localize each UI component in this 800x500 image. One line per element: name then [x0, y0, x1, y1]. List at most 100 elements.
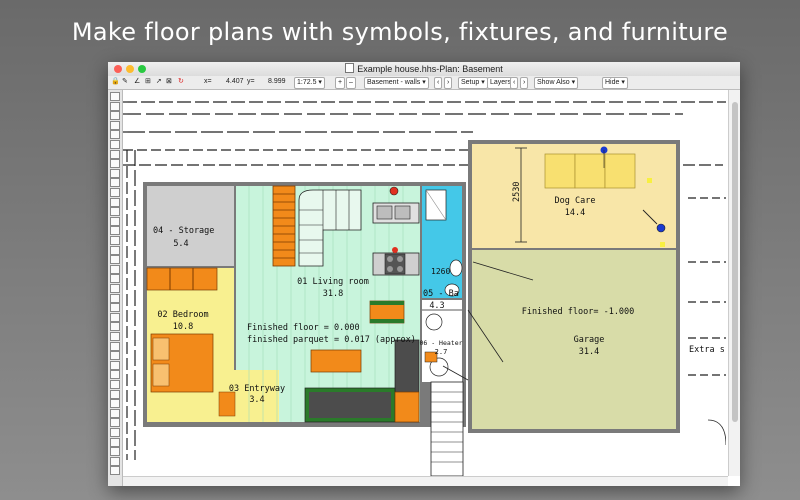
- garage-area: 31.4: [579, 347, 599, 357]
- ungroup-tool-icon[interactable]: [110, 312, 120, 322]
- tool-palette: [108, 90, 123, 486]
- dogcare-label: Dog Care: [555, 196, 596, 206]
- living-area: 31.8: [323, 289, 343, 299]
- door-tool-icon[interactable]: [110, 178, 120, 188]
- heater-area: 2.7: [435, 348, 448, 356]
- layer-next-button[interactable]: ›: [444, 77, 453, 89]
- layer-prev-button[interactable]: ‹: [434, 77, 443, 89]
- snap-tool-icon[interactable]: [110, 351, 120, 361]
- zoom-in-tool-icon[interactable]: [110, 120, 120, 130]
- close-shape-icon[interactable]: ⊠: [166, 77, 172, 87]
- floor-plan[interactable]: 04 - Storage 5.4 01 Living room 31.8 05 …: [123, 90, 726, 476]
- toolbar: 🔒 ✎ ∠ ⊞ ➚ ⊠ ↻ x= 4.407 y= 8.999 1:72.5 ▾…: [108, 76, 740, 90]
- help-tool-icon[interactable]: [110, 360, 120, 370]
- plan-canvas[interactable]: 04 - Storage 5.4 01 Living room 31.8 05 …: [123, 90, 726, 476]
- bath-label: 05 - Ba: [423, 289, 459, 299]
- finished-floor-label: Finished floor = 0.000: [247, 323, 360, 333]
- garage-label: Garage: [574, 335, 605, 345]
- rect-tool-icon[interactable]: [110, 140, 120, 149]
- vertical-scroll-thumb[interactable]: [732, 102, 738, 422]
- y-coordinate: 8.999: [268, 78, 286, 85]
- horizontal-scrollbar[interactable]: [123, 476, 728, 486]
- heater-label: 06 - Heater: [419, 339, 462, 347]
- ellipse-tool-icon[interactable]: [110, 149, 120, 159]
- group-tool-icon[interactable]: [110, 303, 120, 313]
- layer-value: Basement - walls: [367, 79, 421, 86]
- zoom-out-tool-icon[interactable]: [110, 130, 120, 140]
- library-tool-icon[interactable]: [110, 399, 120, 409]
- measure-tool-icon[interactable]: [110, 274, 120, 284]
- grid-toggle-icon[interactable]: ⊞: [145, 77, 151, 87]
- show-also-menu[interactable]: Show Also ▾: [534, 77, 579, 89]
- pointer-icon[interactable]: ➚: [156, 77, 162, 87]
- dimension-tool-icon[interactable]: [110, 216, 120, 226]
- note-tool-icon[interactable]: [110, 437, 120, 447]
- extra-label: Extra s: [689, 345, 725, 355]
- text-tool-icon[interactable]: [110, 207, 120, 217]
- layer-select[interactable]: Basement - walls ▾: [364, 77, 429, 89]
- y-label: y=: [247, 78, 255, 85]
- title-bar: Example house.hhs-Plan: Basement: [108, 62, 740, 77]
- line-tool-icon[interactable]: [110, 159, 120, 169]
- window-title-text: Example house.hhs-Plan: Basement: [357, 64, 503, 74]
- print-tool-icon[interactable]: [110, 380, 120, 389]
- bath-area: 4.3: [429, 301, 444, 311]
- light-tool-icon[interactable]: [110, 418, 120, 428]
- zoom-in-button[interactable]: +: [335, 77, 346, 89]
- scale-value: 1:72.5: [297, 79, 317, 86]
- dim-2530: 2530: [512, 182, 522, 202]
- entryway-label: 03 Entryway: [229, 384, 285, 394]
- document-icon: [345, 63, 355, 73]
- x-coordinate: 4.407: [226, 78, 244, 85]
- more-tool-icon[interactable]: [110, 456, 120, 466]
- angle-icon[interactable]: ∠: [134, 77, 140, 87]
- window-title: Example house.hhs-Plan: Basement: [108, 63, 740, 74]
- chevron-down-icon: ▾: [318, 79, 322, 86]
- plant-tool-icon[interactable]: [110, 428, 120, 437]
- app-window: Example house.hhs-Plan: Basement 🔒 ✎ ∠ ⊞…: [108, 62, 740, 486]
- arc-tool-icon[interactable]: [110, 236, 120, 245]
- hide-label: Hide: [605, 79, 620, 86]
- dogcare-area: 14.4: [565, 208, 585, 218]
- living-label: 01 Living room: [297, 277, 369, 287]
- storage-area: 5.4: [173, 239, 188, 249]
- fill-tool-icon[interactable]: [110, 245, 120, 255]
- refresh-icon[interactable]: ↻: [178, 77, 184, 87]
- scale-tool-icon[interactable]: [110, 447, 120, 457]
- symbol-tool-icon[interactable]: [110, 255, 120, 265]
- prev-button[interactable]: ‹: [510, 77, 519, 89]
- camera-tool-icon[interactable]: [110, 408, 120, 418]
- settings-tool-icon[interactable]: [110, 370, 120, 380]
- polygon-tool-icon[interactable]: [110, 226, 120, 236]
- hand-tool-icon[interactable]: [110, 111, 120, 121]
- rotate-tool-icon[interactable]: [110, 284, 120, 293]
- zoom-out-button[interactable]: –: [346, 77, 356, 89]
- lock-tool-icon[interactable]: [110, 341, 120, 351]
- next-button[interactable]: ›: [520, 77, 529, 89]
- setup-label: Setup: [461, 79, 480, 86]
- select-tool-icon[interactable]: [110, 101, 120, 111]
- arrow-tool-icon[interactable]: [110, 92, 120, 101]
- headline: Make floor plans with symbols, fixtures,…: [71, 18, 729, 46]
- pencil-icon[interactable]: ✎: [122, 77, 128, 87]
- wall-tool-icon[interactable]: [110, 168, 120, 178]
- mirror-tool-icon[interactable]: [110, 293, 120, 303]
- grid-tool-icon[interactable]: [110, 264, 120, 274]
- door-arc: [707, 419, 726, 446]
- finished-parquet-label: finished parquet = 0.017 (approx): [247, 335, 416, 345]
- window-tool-icon[interactable]: [110, 188, 120, 197]
- export-tool-icon[interactable]: [110, 389, 120, 399]
- align-tool-icon[interactable]: [110, 322, 120, 332]
- exterior-stairs: [430, 381, 464, 476]
- hide-menu[interactable]: Hide ▾: [602, 77, 628, 89]
- setup-menu[interactable]: Setup ▾: [458, 77, 488, 89]
- stair-tool-icon[interactable]: [110, 197, 120, 207]
- lock-icon[interactable]: 🔒: [111, 77, 120, 87]
- dim-1260: 1260: [431, 267, 450, 276]
- bedroom-label: 02 Bedroom: [157, 310, 208, 320]
- vertical-scrollbar[interactable]: [728, 90, 740, 476]
- end-tool-icon[interactable]: [110, 466, 120, 476]
- scale-select[interactable]: 1:72.5 ▾: [294, 77, 325, 89]
- layer-tool-icon[interactable]: [110, 332, 120, 341]
- bedroom-area: 10.8: [173, 322, 193, 332]
